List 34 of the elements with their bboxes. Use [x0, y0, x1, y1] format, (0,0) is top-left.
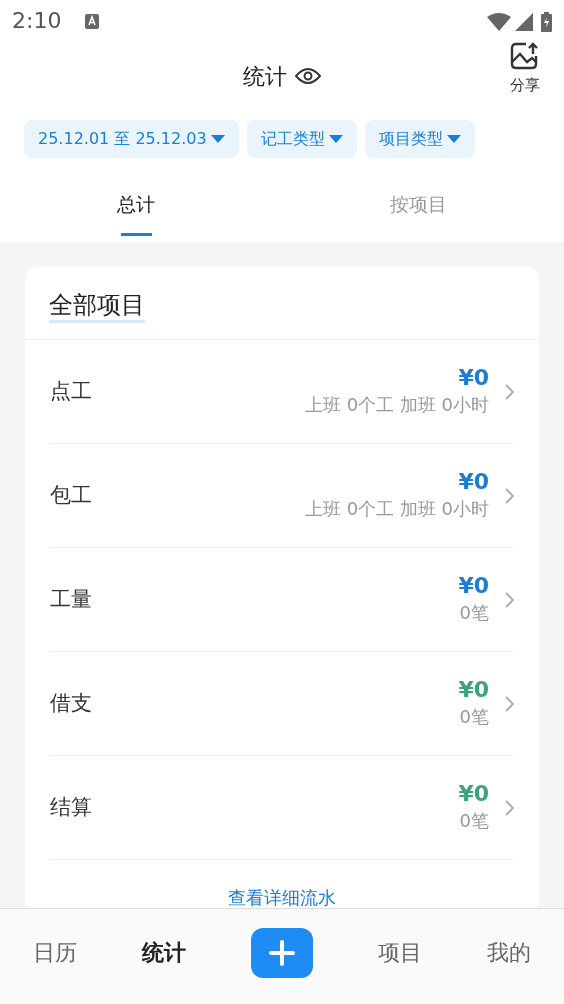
share-button[interactable]: 分享: [510, 42, 540, 97]
nav-tab[interactable]: 项目: [378, 936, 423, 969]
filter-dropdown[interactable]: 项目类型: [364, 120, 475, 158]
plus-icon: [268, 939, 295, 966]
eye-icon[interactable]: [295, 67, 321, 85]
status-time: 2:10: [12, 6, 62, 35]
caret-icon: [210, 135, 225, 143]
amount-text: ¥0: [458, 364, 489, 391]
caret-icon: [328, 135, 343, 143]
detail-text: 0笔: [459, 809, 489, 833]
detail-text: 0笔: [459, 705, 489, 729]
add-button[interactable]: [250, 927, 313, 978]
amount-text: ¥0: [458, 572, 489, 599]
nav-tab[interactable]: 统计: [141, 936, 186, 969]
filter-dropdown[interactable]: 25.12.01 至 25.12.03: [24, 120, 239, 158]
summary-row[interactable]: 结算 ¥0 0笔: [50, 755, 514, 860]
amount-text: ¥0: [458, 676, 489, 703]
detail-text: 上班 0个工 加班 0小时: [304, 393, 489, 417]
amount-text: ¥0: [458, 468, 489, 495]
nav-tab[interactable]: 我的: [487, 936, 532, 969]
detail-text: 0笔: [459, 601, 489, 625]
summary-row[interactable]: 借支 ¥0 0笔: [50, 651, 514, 756]
filter-dropdown[interactable]: 记工类型: [246, 120, 357, 158]
summary-row[interactable]: 点工 ¥0 上班 0个工 加班 0小时: [50, 339, 514, 444]
section-title: 全部项目: [49, 291, 145, 323]
caret-icon: [446, 135, 461, 143]
view-details-link[interactable]: 查看详细流水: [228, 886, 336, 908]
amount-text: ¥0: [458, 780, 489, 807]
detail-text: 上班 0个工 加班 0小时: [304, 497, 489, 521]
summary-row[interactable]: 工量 ¥0 0笔: [50, 547, 514, 652]
nav-tab[interactable]: 日历: [32, 936, 77, 969]
tab[interactable]: 总计: [117, 182, 156, 242]
summary-row[interactable]: 包工 ¥0 上班 0个工 加班 0小时: [50, 443, 514, 548]
page-title: 统计: [243, 62, 287, 91]
